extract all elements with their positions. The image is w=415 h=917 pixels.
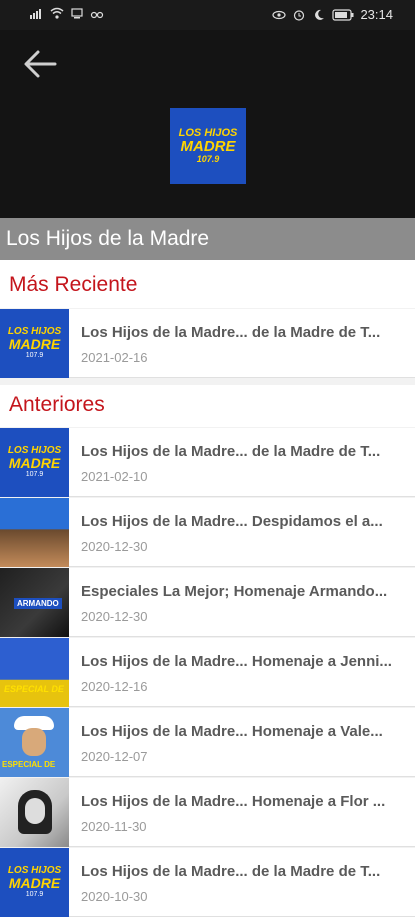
episode-list-item[interactable]: ARMANDO Especiales La Mejor; Homenaje Arm… bbox=[0, 568, 415, 637]
episode-thumbnail bbox=[0, 778, 69, 847]
thumbnail-label: ESPECIAL DE bbox=[4, 684, 64, 694]
status-left bbox=[30, 7, 104, 19]
episode-date: 2020-10-30 bbox=[81, 889, 148, 904]
cover-text-line1: LOS HIJOS bbox=[178, 126, 238, 139]
episode-list-item[interactable]: Los Hijos de la Madre... Homenaje a Flor… bbox=[0, 778, 415, 847]
usb-icon bbox=[71, 8, 83, 19]
thumbnail-text: MADRE bbox=[8, 336, 61, 352]
moon-icon bbox=[315, 9, 325, 20]
episode-list-item[interactable]: ESPECIAL DE Los Hijos de la Madre... Home… bbox=[0, 638, 415, 707]
episode-title: Los Hijos de la Madre... de la Madre de … bbox=[81, 324, 381, 341]
episode-date: 2020-12-30 bbox=[81, 609, 148, 624]
episode-title: Los Hijos de la Madre... de la Madre de … bbox=[81, 863, 381, 880]
thumbnail-text: MADRE bbox=[8, 455, 61, 471]
episode-title: Los Hijos de la Madre... Homenaje a Flor… bbox=[81, 793, 386, 810]
episode-thumbnail: ESPECIAL DE bbox=[0, 638, 69, 707]
episode-date: 2020-12-07 bbox=[81, 749, 148, 764]
cover-text-line3: 107.9 bbox=[196, 153, 220, 164]
thumbnail-text: 107.9 bbox=[25, 471, 44, 478]
episode-thumbnail: LOS HIJOS MADRE 107.9 bbox=[0, 848, 69, 917]
episode-date: 2020-11-30 bbox=[81, 819, 147, 834]
program-cover-image: LOS HIJOS MADRE 107.9 bbox=[170, 108, 246, 184]
arrow-left-icon bbox=[24, 50, 57, 78]
episode-thumbnail: LOS HIJOS MADRE 107.9 bbox=[0, 309, 69, 378]
episode-thumbnail: ARMANDO bbox=[0, 568, 69, 637]
thumbnail-text: MADRE bbox=[8, 875, 61, 891]
section-recent-header: Más Reciente bbox=[0, 260, 415, 308]
episode-title: Los Hijos de la Madre... de la Madre de … bbox=[81, 443, 381, 460]
episode-date: 2020-12-16 bbox=[81, 679, 148, 694]
episode-list-item[interactable]: LOS HIJOS MADRE 107.9 Los Hijos de la Madre… bbox=[0, 848, 415, 917]
thumbnail-text: 107.9 bbox=[25, 891, 44, 898]
back-button[interactable] bbox=[20, 44, 60, 84]
cover-text-line2: MADRE bbox=[180, 137, 236, 155]
status-right: 23:14 bbox=[272, 7, 393, 22]
status-time: 23:14 bbox=[360, 7, 393, 22]
thumbnail-label: ESPECIAL DE bbox=[2, 760, 56, 769]
episode-list-item[interactable]: Los Hijos de la Madre... Despidamos el a… bbox=[0, 498, 415, 567]
episode-list-item[interactable]: ESPECIAL DE Los Hijos de la Madre... Home… bbox=[0, 708, 415, 777]
episode-date: 2021-02-16 bbox=[81, 350, 148, 365]
eye-icon bbox=[272, 10, 287, 19]
episode-thumbnail bbox=[0, 498, 69, 567]
episode-title: Los Hijos de la Madre... Homenaje a Jenn… bbox=[81, 653, 392, 670]
header: LOS HIJOS MADRE 107.9 bbox=[0, 30, 415, 218]
wifi-icon bbox=[50, 7, 64, 19]
link-icon bbox=[90, 11, 104, 19]
episode-date: 2020-12-30 bbox=[81, 539, 148, 554]
episode-thumbnail: ESPECIAL DE bbox=[0, 708, 69, 777]
episode-list-item[interactable]: LOS HIJOS MADRE 107.9 Los Hijos de la Madre… bbox=[0, 309, 415, 378]
section-previous-label: Anteriores bbox=[9, 393, 105, 416]
alarm-icon bbox=[294, 9, 305, 21]
section-recent-label: Más Reciente bbox=[9, 273, 138, 296]
episode-date: 2021-02-10 bbox=[81, 469, 148, 484]
program-title: Los Hijos de la Madre bbox=[6, 227, 210, 250]
program-title-bar: Los Hijos de la Madre bbox=[0, 218, 415, 260]
episode-list-item[interactable]: LOS HIJOS MADRE 107.9 Los Hijos de la Madre… bbox=[0, 428, 415, 497]
episode-thumbnail: LOS HIJOS MADRE 107.9 bbox=[0, 428, 69, 497]
thumbnail-figure bbox=[25, 798, 45, 824]
episode-title: Los Hijos de la Madre... Homenaje a Vale… bbox=[81, 723, 383, 740]
thumbnail-text: 107.9 bbox=[25, 352, 44, 359]
episode-title: Especiales La Mejor; Homenaje Armando... bbox=[81, 583, 388, 600]
episode-title: Los Hijos de la Madre... Despidamos el a… bbox=[81, 513, 383, 530]
thumbnail-figure bbox=[22, 728, 46, 756]
status-bar: 23:14 bbox=[0, 0, 415, 30]
thumbnail-label: ARMANDO bbox=[14, 598, 62, 609]
signal-icon bbox=[30, 9, 41, 19]
section-previous-header: Anteriores bbox=[0, 385, 415, 427]
battery-icon bbox=[332, 8, 354, 21]
